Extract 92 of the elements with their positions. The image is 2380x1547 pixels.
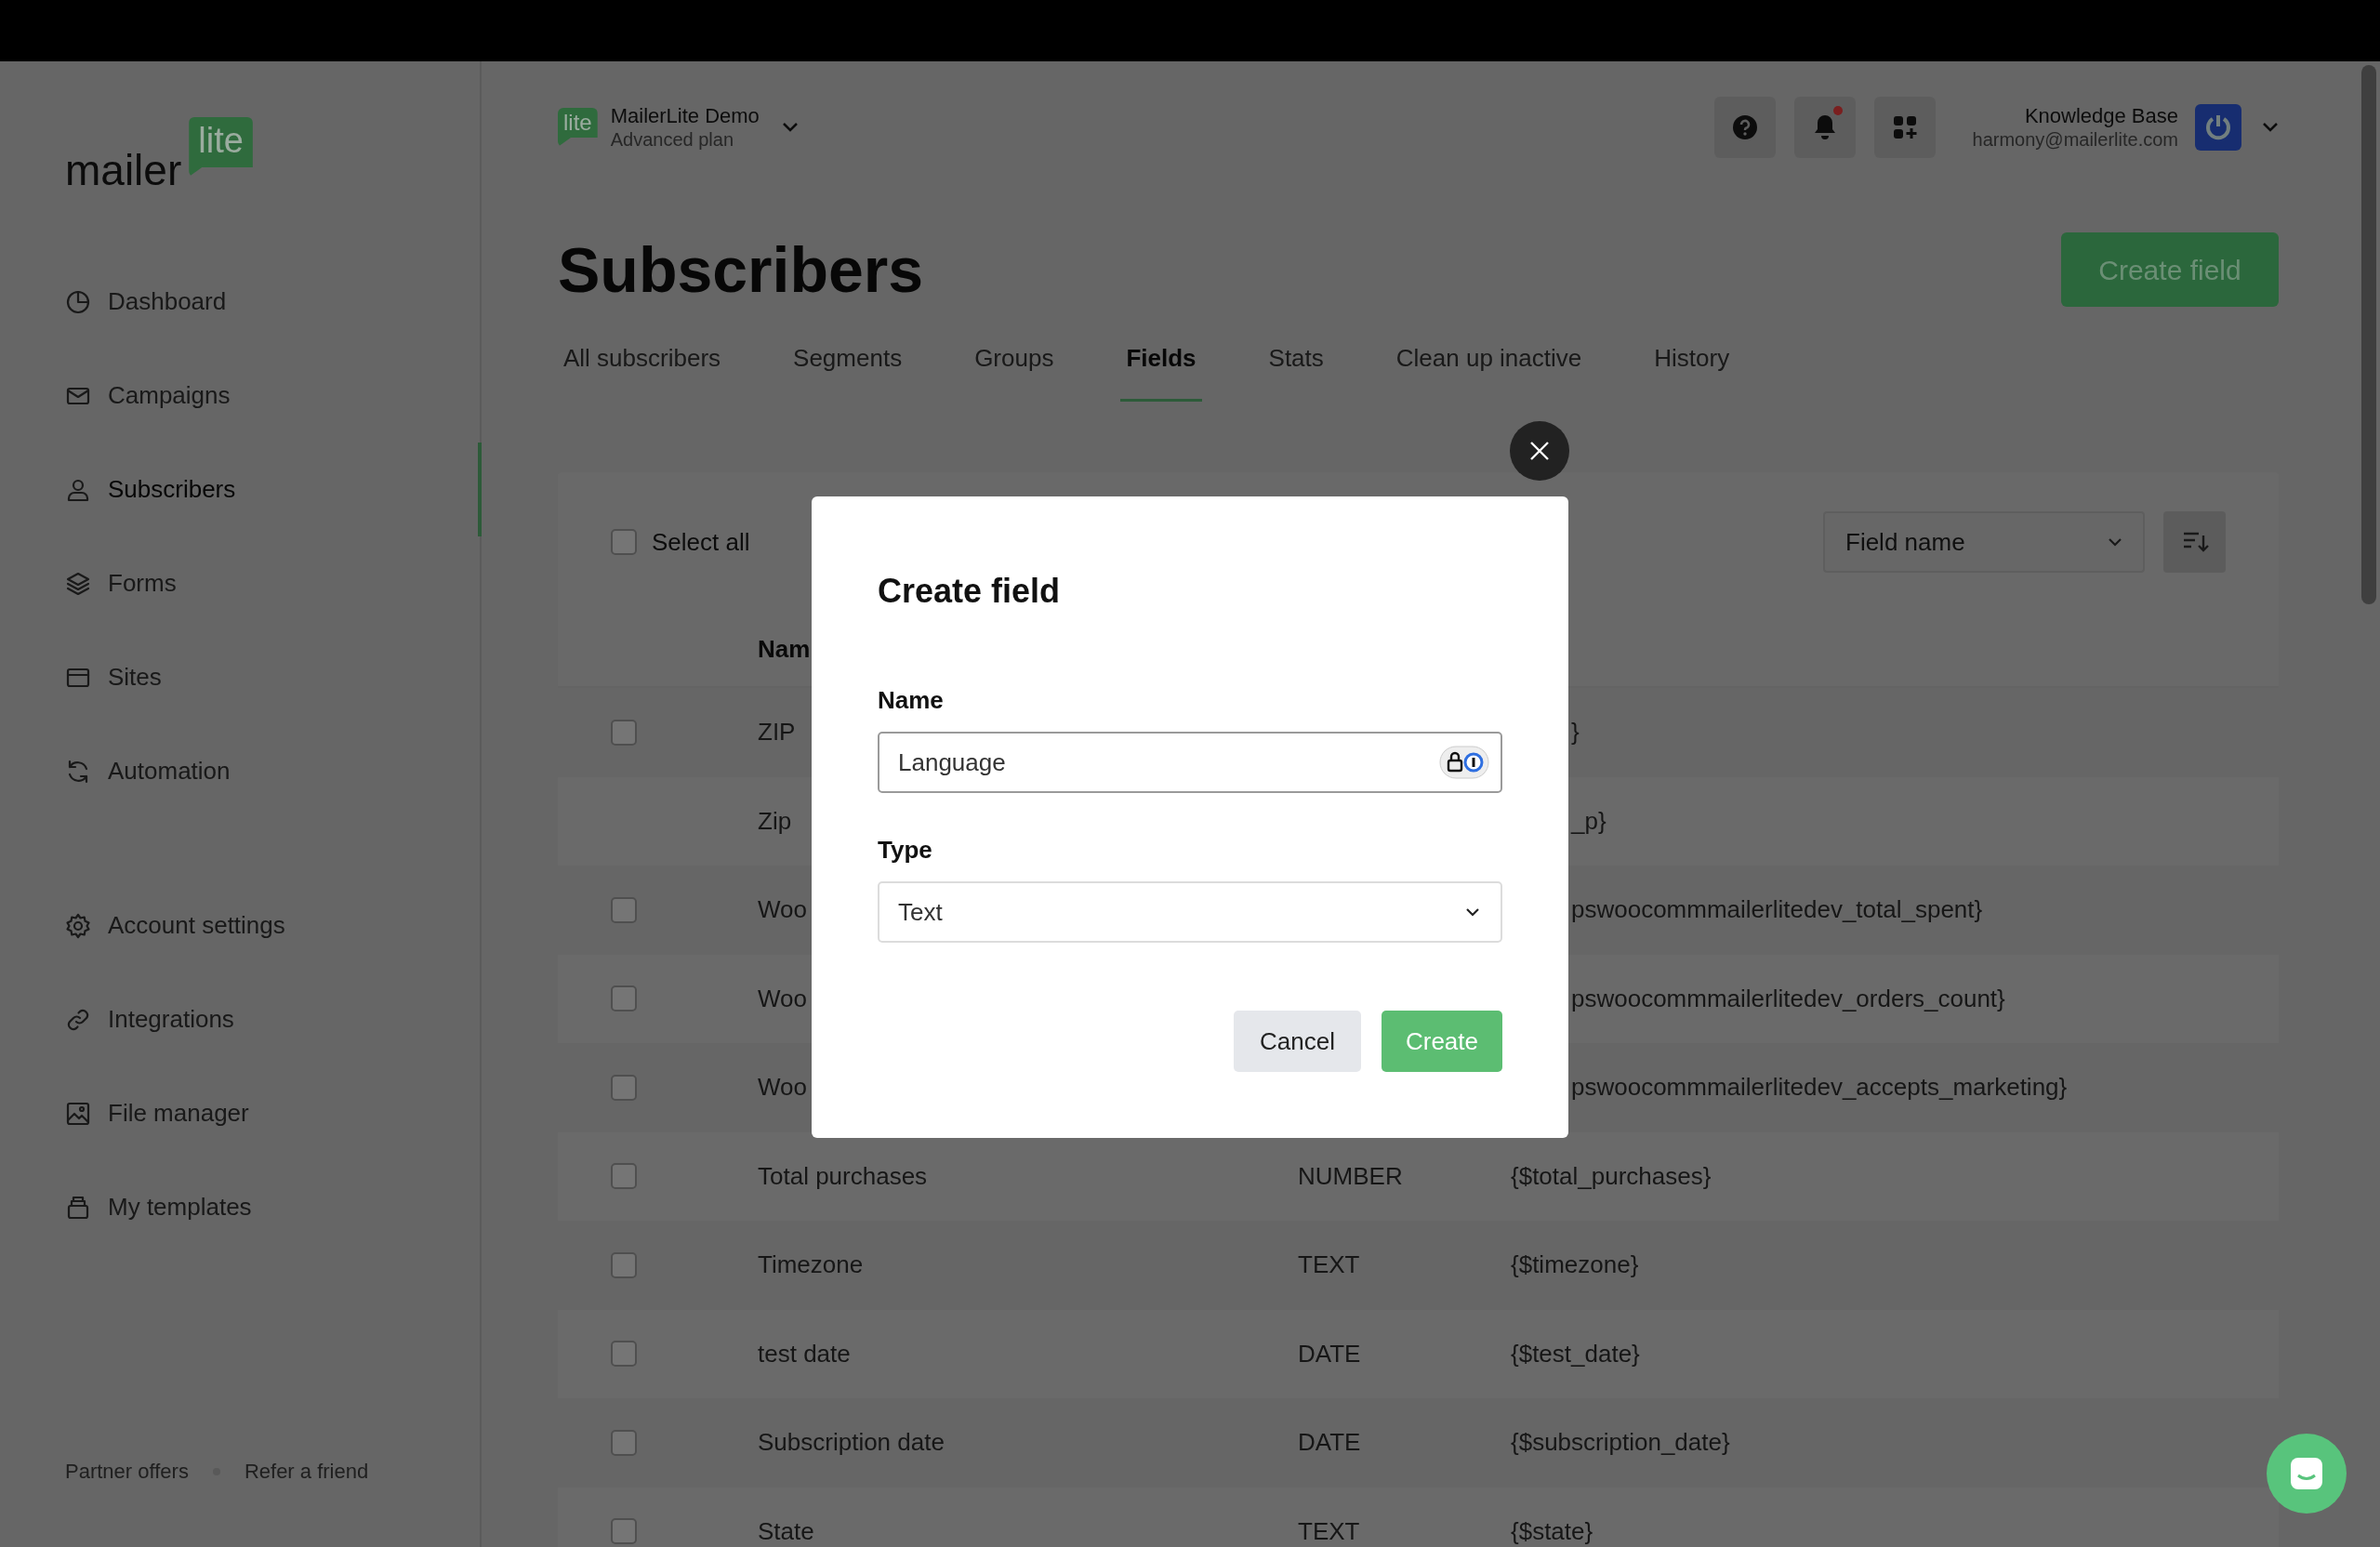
name-input-field[interactable]: Language <box>878 732 1502 793</box>
user-name: Knowledge Base <box>2023 102 2178 129</box>
sort-order-button[interactable] <box>2163 511 2226 573</box>
table-cell: Timezone <box>758 1250 864 1279</box>
checkbox[interactable] <box>611 1429 637 1456</box>
sidebar-item[interactable]: Sites <box>0 630 482 724</box>
tab[interactable]: History <box>1648 318 1736 402</box>
table-cell: TEXT <box>1298 1250 1360 1279</box>
account-name: MailerLite Demo <box>610 102 760 129</box>
chevron-down-icon <box>2108 537 2122 547</box>
dialog-title: Create field <box>878 571 1062 612</box>
checkbox[interactable] <box>611 1341 637 1368</box>
table-cell: NUMBER <box>1298 1161 1403 1190</box>
chevron-down-icon[interactable] <box>781 122 799 133</box>
avatar[interactable] <box>2195 104 2241 151</box>
field-label: Type <box>878 835 933 865</box>
tab[interactable]: All subscribers <box>558 318 727 402</box>
table-cell: pswoocommmailerlitedev_orders_count} <box>1571 984 2005 1012</box>
chevron-down-icon[interactable] <box>2262 122 2279 133</box>
cancel-button[interactable]: Cancel <box>1234 1011 1361 1072</box>
table-cell: {$state} <box>1511 1516 1593 1545</box>
table-cell: test date <box>758 1339 851 1368</box>
sidebar-item[interactable]: Campaigns <box>0 349 482 443</box>
table-cell: pswoocommmailerlitedev_accepts_marketing} <box>1571 1073 2068 1102</box>
table-cell: Woo <box>758 1073 807 1102</box>
apps-button[interactable] <box>1873 97 1936 158</box>
sort-dropdown[interactable]: Field name <box>1823 511 2145 573</box>
create-field-button[interactable]: Create field <box>2061 232 2279 307</box>
close-icon <box>1529 441 1550 461</box>
gear-icon <box>65 912 91 939</box>
notifications-button[interactable] <box>1793 97 1856 158</box>
help-button[interactable] <box>1713 97 1776 158</box>
column-header: Nam <box>758 633 812 665</box>
create-button[interactable]: Create <box>1381 1011 1502 1072</box>
page-title: Subscribers <box>558 238 924 301</box>
footer-link[interactable]: Partner offers <box>65 1456 189 1487</box>
table-cell: State <box>758 1516 814 1545</box>
checkbox[interactable] <box>611 1518 637 1545</box>
checkbox[interactable] <box>611 1163 637 1190</box>
type-select[interactable]: Text <box>878 881 1502 943</box>
table-cell: pswoocommmailerlitedev_total_spent} <box>1571 895 1983 924</box>
table-cell: } <box>1571 718 1580 747</box>
stack-icon <box>65 1194 91 1221</box>
sidebar-item[interactable]: Subscribers <box>0 443 482 536</box>
table-cell: {$total_purchases} <box>1511 1161 1712 1190</box>
sidebar-item[interactable]: Automation <box>0 724 482 818</box>
table-cell: Subscription date <box>758 1428 945 1457</box>
account-plan: Advanced plan <box>610 128 734 152</box>
checkbox[interactable] <box>611 719 637 746</box>
checkbox[interactable] <box>611 529 637 555</box>
chevron-down-icon <box>1465 907 1480 917</box>
sidebar-item[interactable]: Integrations <box>0 972 482 1066</box>
layers-icon <box>65 570 91 597</box>
table-cell: Zip <box>758 806 792 835</box>
table-cell: Total purchases <box>758 1161 928 1190</box>
checkbox[interactable] <box>611 896 637 923</box>
table-cell: Woo <box>758 984 807 1012</box>
chat-icon <box>2288 1455 2325 1492</box>
table-cell: DATE <box>1298 1339 1361 1368</box>
table-cell: {$timezone} <box>1511 1250 1639 1279</box>
checkbox[interactable] <box>611 985 637 1012</box>
sidebar-item[interactable]: Account settings <box>0 879 482 972</box>
scrollbar[interactable] <box>2361 65 2376 604</box>
checkbox[interactable] <box>611 1251 637 1278</box>
footer-link[interactable]: Refer a friend <box>244 1456 369 1487</box>
table-cell: {$subscription_date} <box>1511 1428 1730 1457</box>
help-icon <box>1730 113 1759 141</box>
tab[interactable]: Groups <box>969 318 1060 402</box>
apps-grid-icon <box>1891 114 1918 140</box>
sidebar-item[interactable]: Dashboard <box>0 255 482 349</box>
tab[interactable]: Fields <box>1120 318 1202 402</box>
table-cell: ZIP <box>758 718 796 747</box>
image-icon <box>65 1100 91 1127</box>
tab[interactable]: Segments <box>787 318 908 402</box>
user-email: harmony@mailerlite.com <box>1972 128 2178 152</box>
table-cell: DATE <box>1298 1428 1361 1457</box>
table-cell: {$test_date} <box>1511 1339 1640 1368</box>
logo-badge: lite <box>189 117 253 177</box>
table-cell: TEXT <box>1298 1516 1360 1545</box>
field-label: Name <box>878 685 945 715</box>
table-cell: Woo <box>758 895 807 924</box>
checkbox[interactable] <box>611 1074 637 1101</box>
tab[interactable]: Clean up inactive <box>1390 318 1588 402</box>
sidebar-item[interactable]: My templates <box>0 1160 482 1254</box>
logo-wordmark: mailer <box>65 149 182 192</box>
tab[interactable]: Stats <box>1263 318 1329 402</box>
select-all-label: Select all <box>652 526 750 558</box>
account-badge: lite <box>558 108 598 147</box>
sidebar-item[interactable]: File manager <box>0 1066 482 1160</box>
table-cell: _p} <box>1571 806 1606 835</box>
clock-icon <box>65 288 91 315</box>
sidebar-item[interactable]: Forms <box>0 536 482 630</box>
